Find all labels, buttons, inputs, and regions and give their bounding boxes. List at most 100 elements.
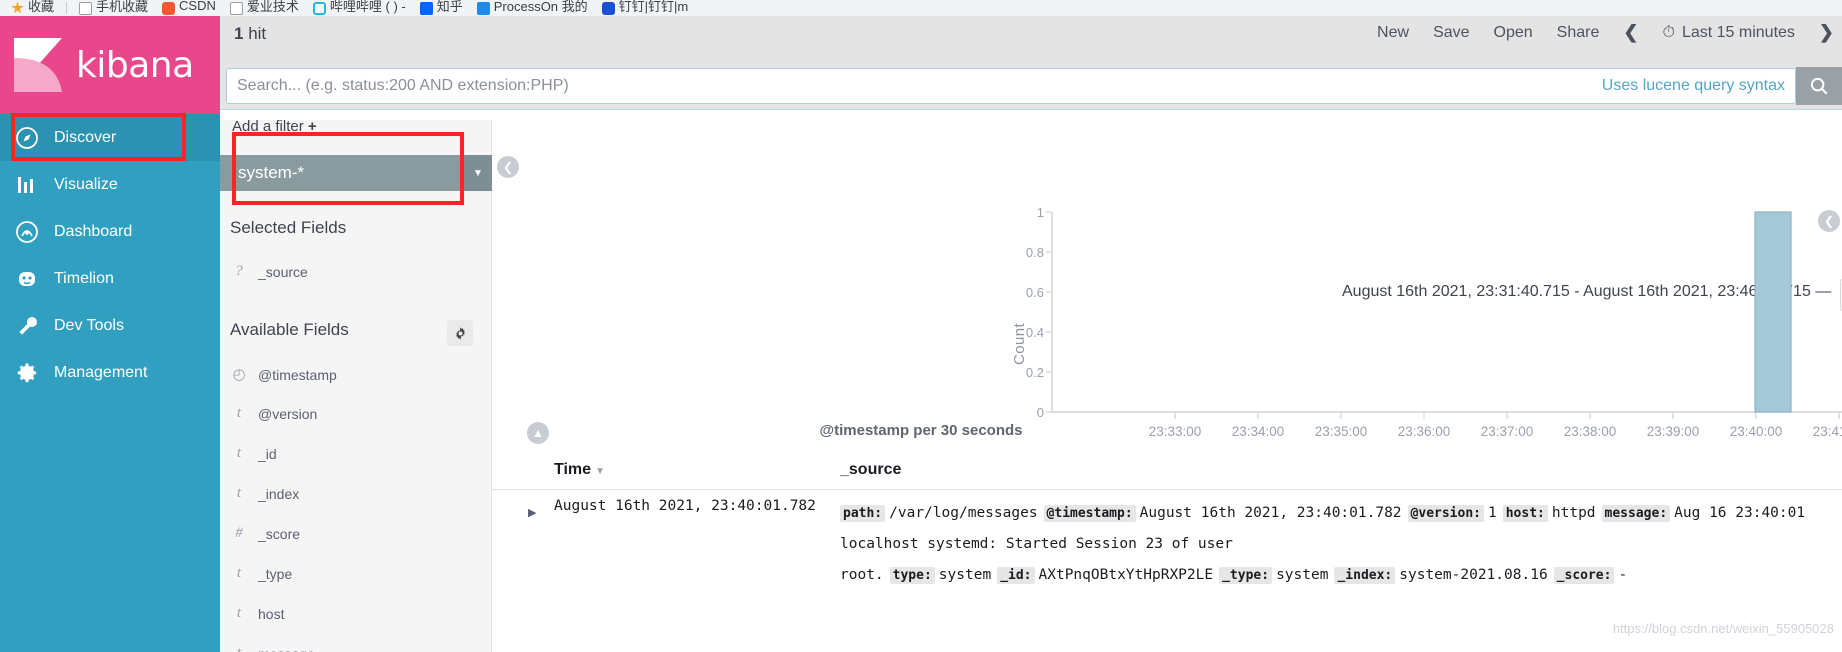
search-input[interactable]: Search... (e.g. status:200 AND extension… xyxy=(226,67,1796,104)
field-item-source[interactable]: ? _source xyxy=(232,263,308,280)
source-field-value: August 16th 2021, 23:40:01.782 xyxy=(1139,505,1402,521)
field-type-icon: t xyxy=(236,605,242,621)
sidebar-item-dashboard[interactable]: Dashboard xyxy=(0,208,220,255)
sidebar-item-visualize[interactable]: Visualize xyxy=(0,161,220,208)
svg-text:0: 0 xyxy=(1037,405,1044,420)
chevron-down-icon[interactable]: ▼ xyxy=(464,155,492,191)
field-item-id[interactable]: t _id xyxy=(232,445,277,462)
field-item-score[interactable]: # _score xyxy=(232,525,300,542)
bookmark-item[interactable]: ProcessOn 我的 xyxy=(472,0,593,16)
table-header-row: Time ▼ _source xyxy=(492,452,1842,490)
row-source-value: path:/var/log/messages @timestamp: August … xyxy=(840,498,1834,591)
browser-bookmarks-bar: 收藏 手机收藏 CSDN 爱业技术 哔哩哔哩 ( ) - 知乎 ProcessO… xyxy=(0,0,1842,16)
save-button[interactable]: Save xyxy=(1433,24,1469,42)
index-pattern-selector[interactable]: system-* ▼ xyxy=(220,155,492,191)
svg-text:0.6: 0.6 xyxy=(1026,285,1044,300)
timelion-icon xyxy=(14,266,40,292)
sidebar-item-label: Discover xyxy=(54,128,117,146)
expand-right-panel-button[interactable]: ❮ xyxy=(1818,210,1840,232)
field-item-timestamp[interactable]: ◴ @timestamp xyxy=(232,365,337,384)
source-field-key: _id: xyxy=(997,567,1035,584)
gear-icon xyxy=(14,360,40,386)
sidebar-item-label: Dashboard xyxy=(54,222,133,240)
field-item-type[interactable]: t _type xyxy=(232,565,292,582)
source-field-value: - xyxy=(1618,567,1628,583)
open-button[interactable]: Open xyxy=(1494,24,1533,42)
field-item-host[interactable]: t host xyxy=(232,605,285,622)
sidebar-item-label: Timelion xyxy=(54,269,114,287)
field-name: message xyxy=(258,646,315,652)
new-button[interactable]: New xyxy=(1377,24,1409,42)
watermark: https://blog.csdn.net/weixin_55905028 xyxy=(1612,621,1834,636)
bookmark-label: 爱业技术 xyxy=(246,0,299,14)
field-name: _index xyxy=(258,485,300,502)
bookmark-item[interactable]: 钉钉|钉钉|m xyxy=(597,0,694,16)
share-button[interactable]: Share xyxy=(1557,24,1600,42)
source-field-value: AXtPnqOBtxYtHpRXP2LE xyxy=(1038,567,1214,583)
available-fields-heading: Available Fields xyxy=(230,320,349,339)
svg-text:1: 1 xyxy=(1037,205,1044,220)
bookmark-item[interactable]: CSDN xyxy=(157,0,221,16)
chevron-left-icon[interactable]: ❮ xyxy=(1623,22,1638,43)
zhihu-icon xyxy=(419,1,433,15)
sidebar-item-management[interactable]: Management xyxy=(0,349,220,396)
collapse-chart-button[interactable]: ▲ xyxy=(527,422,549,444)
bookmark-item[interactable]: 手机收藏 xyxy=(74,0,153,16)
sidebar-item-timelion[interactable]: Timelion xyxy=(0,255,220,302)
histogram-plot[interactable]: 1 0.8 0.6 0.4 0.2 0 23:33:00 23:34:00 23… xyxy=(492,200,1842,450)
bookmark-label: 手机收藏 xyxy=(96,0,149,14)
field-type-icon: t xyxy=(236,405,242,421)
source-field-key: message: xyxy=(1601,505,1671,522)
source-field-value: /var/log/messages xyxy=(889,505,1038,521)
sidebar-item-dev-tools[interactable]: Dev Tools xyxy=(0,302,220,349)
kibana-discover-screen: 收藏 手机收藏 CSDN 爱业技术 哔哩哔哩 ( ) - 知乎 ProcessO… xyxy=(0,0,1842,652)
lucene-hint: Uses lucene query syntax xyxy=(1601,76,1785,94)
source-field-key: host: xyxy=(1502,505,1548,522)
chart-x-axis-label: @timestamp per 30 seconds xyxy=(819,422,1023,439)
source-field-key: _index: xyxy=(1334,567,1396,584)
field-settings-gear-icon[interactable] xyxy=(447,320,473,346)
search-placeholder: Search... (e.g. status:200 AND extension… xyxy=(237,76,569,94)
histogram-bar xyxy=(1754,211,1792,413)
sidebar-item-discover[interactable]: Discover xyxy=(0,114,220,161)
source-field-value: 1 xyxy=(1488,505,1497,521)
add-filter-button[interactable]: Add a filter + xyxy=(232,118,317,135)
field-name: _id xyxy=(258,445,277,462)
field-name: @timestamp xyxy=(258,366,337,383)
star-icon xyxy=(11,1,24,14)
search-button[interactable] xyxy=(1796,66,1842,105)
bookmark-item[interactable]: 爱业技术 xyxy=(225,0,304,16)
column-header-label: Time xyxy=(554,461,592,478)
sidebar-item-label: Management xyxy=(54,363,148,381)
svg-text:0.4: 0.4 xyxy=(1026,325,1044,340)
source-field-key: _type: xyxy=(1219,567,1273,584)
field-name: _score xyxy=(258,525,301,542)
time-picker[interactable]: ⏱ Last 15 minutes xyxy=(1662,24,1794,42)
selected-fields-heading: Selected Fields xyxy=(230,218,347,237)
chevron-right-icon[interactable]: ❯ xyxy=(1819,22,1834,43)
dashboard-icon xyxy=(14,219,40,245)
field-name: @version xyxy=(258,405,318,422)
field-item-message[interactable]: t message xyxy=(232,645,315,652)
processon-icon xyxy=(476,1,490,15)
bookmark-item[interactable]: 知乎 xyxy=(415,0,468,16)
hit-count-number: 1 xyxy=(234,24,244,43)
field-type-icon: # xyxy=(235,525,243,541)
caret-down-icon: ▼ xyxy=(595,466,605,477)
bookmark-item[interactable]: 哔哩哔哩 ( ) - xyxy=(308,0,411,16)
bookmark-label: 知乎 xyxy=(436,0,463,14)
caret-right-icon[interactable]: ▶ xyxy=(528,506,536,519)
source-field-key: @timestamp: xyxy=(1043,505,1136,522)
field-type-icon: ◴ xyxy=(232,367,246,383)
column-header-source[interactable]: _source xyxy=(840,461,901,479)
bookmark-item[interactable]: 收藏 xyxy=(6,0,59,16)
column-header-time[interactable]: Time ▼ xyxy=(554,461,605,479)
histogram-panel: August 16th 2021, 23:31:40.715 - August … xyxy=(492,120,1842,450)
search-icon xyxy=(1810,77,1828,95)
field-item-index[interactable]: t _index xyxy=(232,485,299,502)
kibana-logo[interactable]: kibana xyxy=(0,16,220,114)
field-type-icon: t xyxy=(236,445,242,461)
bookmark-label: 哔哩哔哩 ( ) - xyxy=(329,0,406,14)
field-item-version[interactable]: t @version xyxy=(232,405,317,422)
collapse-sidebar-button[interactable]: ❮ xyxy=(497,156,519,178)
